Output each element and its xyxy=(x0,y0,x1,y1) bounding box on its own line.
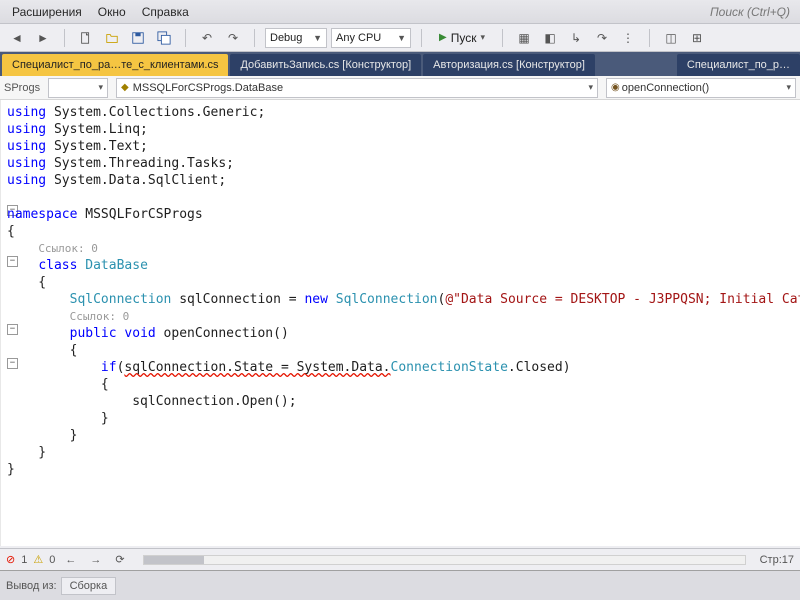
code-nav-bar: SProgs ▾ ◆ MSSQLForCSProgs.DataBase ▾ ◉ … xyxy=(0,76,800,100)
class-icon: ◆ xyxy=(121,82,129,93)
toolbar-sep xyxy=(502,29,503,47)
code-editor[interactable]: − − − − using System.Collections.Generic… xyxy=(0,100,800,546)
save-icon xyxy=(131,31,145,45)
config-dropdown[interactable]: Debug ▼ xyxy=(265,28,327,48)
open-button[interactable] xyxy=(101,27,123,49)
nav-refresh[interactable]: ⟳ xyxy=(111,553,128,566)
warning-icon[interactable]: ⚠ xyxy=(33,553,43,566)
toolbar-sep xyxy=(649,29,650,47)
caret-icon: ▼ xyxy=(397,33,406,43)
doc-tab-active[interactable]: Специалист_по_ра…те_с_клиентами.cs xyxy=(2,54,228,76)
new-file-button[interactable] xyxy=(75,27,97,49)
file-icon xyxy=(79,31,93,45)
status-bar: ⊘ 1 ⚠ 0 ← → ⟳ Стр:17 xyxy=(0,548,800,570)
class-name: MSSQLForCSProgs.DataBase xyxy=(133,82,283,94)
member-name: openConnection() xyxy=(622,82,709,94)
horizontal-scrollbar[interactable] xyxy=(143,555,746,565)
save-button[interactable] xyxy=(127,27,149,49)
error-icon[interactable]: ⊘ xyxy=(6,553,15,566)
caret-icon: ▼ xyxy=(313,33,322,43)
search-box[interactable]: Поиск (Ctrl+Q) xyxy=(704,5,796,19)
error-count[interactable]: 1 xyxy=(21,554,27,566)
caret-icon: ▾ xyxy=(98,82,103,93)
platform-value: Any CPU xyxy=(336,32,381,44)
doc-tab[interactable]: ДобавитьЗапись.cs [Конструктор] xyxy=(230,54,421,76)
code-area[interactable]: using System.Collections.Generic;using S… xyxy=(1,100,800,546)
toolbar-sep xyxy=(254,29,255,47)
nav-next[interactable]: → xyxy=(86,554,105,566)
save-all-button[interactable] xyxy=(153,27,175,49)
warning-count[interactable]: 0 xyxy=(49,554,55,566)
member-dropdown[interactable]: ◉ openConnection() ▾ xyxy=(606,78,796,98)
class-dropdown[interactable]: ◆ MSSQLForCSProgs.DataBase ▾ xyxy=(116,78,598,98)
toolbar-button[interactable]: ◫ xyxy=(660,27,682,49)
output-source-dropdown[interactable]: Сборка xyxy=(61,577,117,595)
nav-fwd-button[interactable]: ► xyxy=(32,27,54,49)
scrollbar-thumb[interactable] xyxy=(144,556,204,564)
start-debug-button[interactable]: ▶ Пуск ▾ xyxy=(432,27,492,49)
menu-bar: Расширения Окно Справка Поиск (Ctrl+Q) xyxy=(0,0,800,24)
toolbar-sep xyxy=(64,29,65,47)
output-source-label: Вывод из: xyxy=(6,580,57,592)
toolbar-sep xyxy=(185,29,186,47)
document-tab-well: Специалист_по_ра…те_с_клиентами.cs Добав… xyxy=(0,52,800,76)
step-into-button[interactable]: ↳ xyxy=(565,27,587,49)
caret-icon: ▾ xyxy=(480,32,485,43)
menu-help[interactable]: Справка xyxy=(134,5,197,19)
doc-tab[interactable]: Специалист_по_р… xyxy=(677,54,800,76)
config-value: Debug xyxy=(270,32,302,44)
save-all-icon xyxy=(157,31,171,45)
toolbar-button[interactable]: ◧ xyxy=(539,27,561,49)
toolbar-button[interactable]: ▦ xyxy=(513,27,535,49)
toolbar-button[interactable]: ⋮ xyxy=(617,27,639,49)
undo-button[interactable]: ↶ xyxy=(196,27,218,49)
play-icon: ▶ xyxy=(439,32,447,43)
caret-icon: ▾ xyxy=(588,82,593,93)
doc-tab[interactable]: Авторизация.cs [Конструктор] xyxy=(423,54,595,76)
toolbar: ◄ ► ↶ ↷ Debug ▼ Any CPU ▼ ▶ Пуск ▾ ▦ ◧ ↳ ↷… xyxy=(0,24,800,52)
platform-dropdown[interactable]: Any CPU ▼ xyxy=(331,28,411,48)
redo-button[interactable]: ↷ xyxy=(222,27,244,49)
nav-back-button[interactable]: ◄ xyxy=(6,27,28,49)
nav-prev[interactable]: ← xyxy=(61,554,80,566)
folder-icon xyxy=(105,31,119,45)
method-icon: ◉ xyxy=(611,82,620,93)
menu-extensions[interactable]: Расширения xyxy=(4,5,90,19)
run-label: Пуск xyxy=(451,31,477,45)
toolbar-button[interactable]: ⊞ xyxy=(686,27,708,49)
search-placeholder: Поиск (Ctrl+Q) xyxy=(710,5,790,19)
project-dropdown[interactable]: ▾ xyxy=(48,78,108,98)
toolbar-sep xyxy=(421,29,422,47)
output-panel-header: Вывод из: Сборка xyxy=(0,570,800,600)
menu-window[interactable]: Окно xyxy=(90,5,134,19)
step-over-button[interactable]: ↷ xyxy=(591,27,613,49)
caret-position: Стр:17 xyxy=(760,554,794,566)
caret-icon: ▾ xyxy=(786,82,791,93)
project-label: SProgs xyxy=(0,82,44,94)
